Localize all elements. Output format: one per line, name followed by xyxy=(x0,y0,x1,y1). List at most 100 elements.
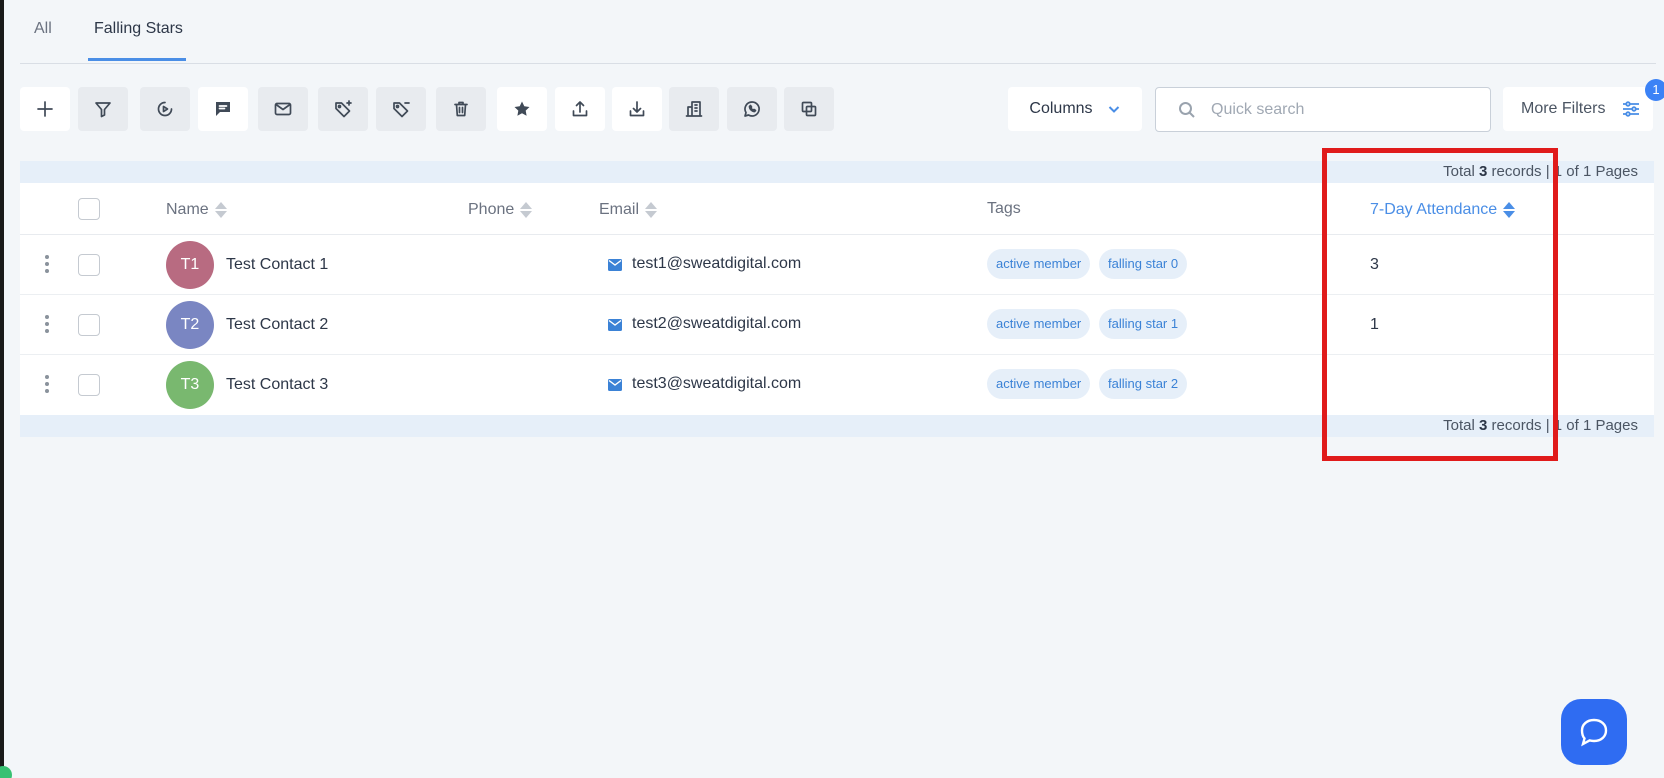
chat-bubble-icon xyxy=(1580,718,1608,747)
tag-badge: active member xyxy=(987,369,1091,399)
contact-email[interactable]: test3@sweatdigital.com xyxy=(632,375,801,393)
column-header-phone-label: Phone xyxy=(468,201,515,218)
tag-badge: falling star 0 xyxy=(1099,249,1188,279)
trash-icon xyxy=(454,101,468,117)
column-header-name-label: Name xyxy=(166,201,209,218)
plus-icon xyxy=(37,101,53,117)
mail-icon xyxy=(608,379,622,391)
tag-badge: falling star 2 xyxy=(1099,369,1188,399)
email-button[interactable] xyxy=(258,87,308,131)
star-icon xyxy=(514,101,530,116)
delete-button[interactable] xyxy=(436,87,486,131)
status-indicator xyxy=(0,766,12,778)
automation-button[interactable] xyxy=(140,87,190,131)
filter-icon xyxy=(95,102,111,118)
table-row[interactable]: T1 Test Contact 1 test1@sweatdigital.com… xyxy=(20,235,1654,295)
tag-remove-icon xyxy=(393,102,410,118)
active-filter-count-badge: 1 xyxy=(1645,79,1664,101)
sort-icon[interactable] xyxy=(520,200,533,220)
contact-email[interactable]: test1@sweatdigital.com xyxy=(632,255,801,273)
message-button[interactable] xyxy=(198,87,248,131)
summary-prefix: Total xyxy=(1443,417,1475,434)
tag-badge: active member xyxy=(987,309,1091,339)
company-button[interactable] xyxy=(669,87,719,131)
column-header-tags-label: Tags xyxy=(987,200,1021,217)
summary-count: 3 xyxy=(1479,163,1488,180)
sliders-icon xyxy=(1623,101,1640,117)
columns-label: Columns xyxy=(1029,100,1093,117)
column-header-tags: Tags xyxy=(987,200,1021,218)
avatar: T1 xyxy=(166,241,214,289)
tag-badge: falling star 1 xyxy=(1099,309,1188,339)
table-header: Name Phone Email Tags 7-Day Attendance xyxy=(20,183,1654,235)
copy-icon xyxy=(801,101,817,117)
contact-name[interactable]: Test Contact 2 xyxy=(226,316,328,334)
whatsapp-button[interactable] xyxy=(727,87,777,131)
row-checkbox[interactable] xyxy=(78,314,100,336)
sort-icon[interactable] xyxy=(214,200,227,220)
contact-name[interactable]: Test Contact 3 xyxy=(226,376,328,394)
row-menu-icon[interactable] xyxy=(44,315,50,335)
column-header-attendance-label: 7-Day Attendance xyxy=(1370,201,1498,218)
records-summary-bottom: Total 3 records | 1 of 1 Pages xyxy=(20,415,1654,437)
attendance-value: 3 xyxy=(1370,256,1379,273)
contacts-table: Name Phone Email Tags 7-Day Attendance T… xyxy=(20,183,1654,415)
more-filters-button[interactable]: More Filters xyxy=(1503,87,1653,131)
quick-search xyxy=(1155,87,1491,132)
building-icon xyxy=(685,101,703,117)
column-header-phone[interactable]: Phone xyxy=(468,200,533,220)
sort-icon[interactable] xyxy=(645,200,658,220)
search-input[interactable] xyxy=(1211,98,1481,122)
export-button[interactable] xyxy=(555,87,605,131)
merge-button[interactable] xyxy=(784,87,834,131)
favorite-button[interactable] xyxy=(497,87,547,131)
summary-suffix: records | 1 of 1 Pages xyxy=(1491,417,1638,434)
summary-suffix: records | 1 of 1 Pages xyxy=(1491,163,1638,180)
import-button[interactable] xyxy=(612,87,662,131)
column-header-name[interactable]: Name xyxy=(166,200,227,220)
chat-widget-button[interactable] xyxy=(1561,699,1627,765)
mail-icon xyxy=(274,102,292,116)
column-header-email-label: Email xyxy=(599,201,640,218)
filter-button[interactable] xyxy=(78,87,128,131)
window-edge xyxy=(0,0,4,778)
add-tag-button[interactable] xyxy=(318,87,368,131)
more-filters-label: More Filters xyxy=(1521,100,1606,117)
remove-tag-button[interactable] xyxy=(376,87,426,131)
column-header-attendance[interactable]: 7-Day Attendance xyxy=(1370,200,1516,220)
avatar: T2 xyxy=(166,301,214,349)
active-tab-indicator xyxy=(88,58,186,61)
upload-icon xyxy=(572,101,588,117)
columns-dropdown[interactable]: Columns xyxy=(1008,87,1142,131)
tag-add-icon xyxy=(335,100,352,118)
table-row[interactable]: T2 Test Contact 2 test2@sweatdigital.com… xyxy=(20,295,1654,355)
summary-count: 3 xyxy=(1479,417,1488,434)
play-circle-icon xyxy=(157,101,173,117)
row-menu-icon[interactable] xyxy=(44,375,50,395)
tab-falling-stars[interactable]: Falling Stars xyxy=(94,20,183,38)
table-row[interactable]: T3 Test Contact 3 test3@sweatdigital.com… xyxy=(20,355,1654,415)
message-icon xyxy=(216,102,230,116)
records-summary-top: Total 3 records | 1 of 1 Pages xyxy=(20,161,1654,183)
mail-icon xyxy=(608,259,622,271)
avatar: T3 xyxy=(166,361,214,409)
view-tabs: All Falling Stars xyxy=(20,0,1656,64)
row-menu-icon[interactable] xyxy=(44,255,50,275)
attendance-value: 1 xyxy=(1370,316,1379,333)
select-all-checkbox[interactable] xyxy=(78,198,100,220)
tab-all[interactable]: All xyxy=(34,20,52,38)
contact-email[interactable]: test2@sweatdigital.com xyxy=(632,315,801,333)
mail-icon xyxy=(608,319,622,331)
add-button[interactable] xyxy=(20,87,70,131)
summary-prefix: Total xyxy=(1443,163,1475,180)
sort-icon[interactable] xyxy=(1503,200,1516,220)
chevron-down-icon xyxy=(1108,106,1119,113)
search-icon xyxy=(1179,102,1195,118)
contact-name[interactable]: Test Contact 1 xyxy=(226,256,328,274)
download-icon xyxy=(629,101,645,117)
whatsapp-icon xyxy=(744,101,760,117)
row-checkbox[interactable] xyxy=(78,254,100,276)
row-checkbox[interactable] xyxy=(78,374,100,396)
tag-badge: active member xyxy=(987,249,1091,279)
column-header-email[interactable]: Email xyxy=(599,200,658,220)
